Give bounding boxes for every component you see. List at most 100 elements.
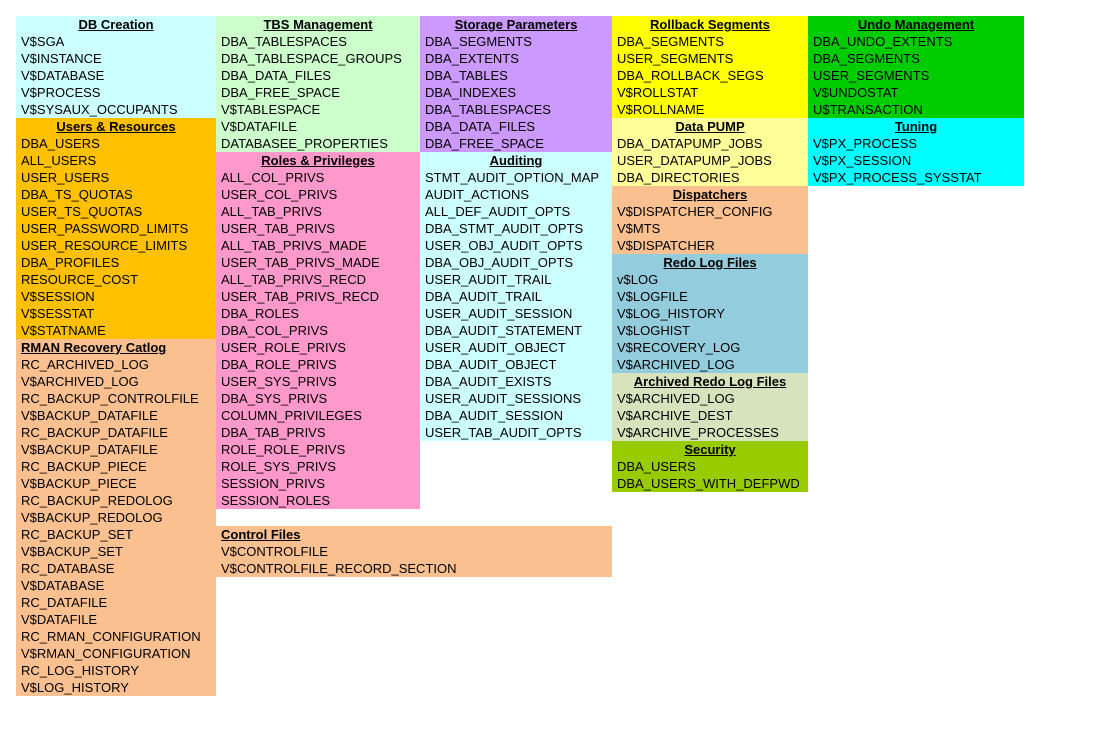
section-item: DBA_ROLLBACK_SEGS — [612, 67, 808, 84]
section-item: V$ROLLSTAT — [612, 84, 808, 101]
section-item: V$BACKUP_PIECE — [16, 475, 216, 492]
section-item: V$BACKUP_DATAFILE — [16, 407, 216, 424]
section-header-users-resources: Users & Resources — [16, 118, 216, 135]
section-item: V$BACKUP_DATAFILE — [16, 441, 216, 458]
section-item: USER_PASSWORD_LIMITS — [16, 220, 216, 237]
section-item: V$DATAFILE — [216, 118, 420, 135]
section-item: USER_AUDIT_SESSION — [420, 305, 612, 322]
section-item: DBA_USERS — [612, 458, 808, 475]
section-item: V$ROLLNAME — [612, 101, 808, 118]
section-item: USER_TAB_PRIVS_RECD — [216, 288, 420, 305]
section-item: V$RECOVERY_LOG — [612, 339, 808, 356]
section-item: V$LOG_HISTORY — [16, 679, 216, 696]
section-item: U$TRANSACTION — [808, 101, 1024, 118]
section-item: RC_RMAN_CONFIGURATION — [16, 628, 216, 645]
section-item: DBA_DATA_FILES — [420, 118, 612, 135]
section-item: V$DISPATCHER — [612, 237, 808, 254]
section-item: V$INSTANCE — [16, 50, 216, 67]
section-header-archived-redo-log-files: Archived Redo Log Files — [612, 373, 808, 390]
section-undo-management: Undo ManagementDBA_UNDO_EXTENTSDBA_SEGME… — [808, 16, 1024, 118]
section-item: DBA_EXTENTS — [420, 50, 612, 67]
section-item: V$PX_PROCESS_SYSSTAT — [808, 169, 1024, 186]
section-item: DBA_USERS_WITH_DEFPWD — [612, 475, 808, 492]
section-item: DBA_AUDIT_STATEMENT — [420, 322, 612, 339]
section-item: DBA_STMT_AUDIT_OPTS — [420, 220, 612, 237]
section-archived-redo-log-files: Archived Redo Log FilesV$ARCHIVED_LOG V$A… — [612, 373, 808, 441]
section-item: COLUMN_PRIVILEGES — [216, 407, 420, 424]
section-item: V$SGA — [16, 33, 216, 50]
section-item: V$LOGHIST — [612, 322, 808, 339]
section-item: V$MTS — [612, 220, 808, 237]
section-item: RC_BACKUP_DATAFILE — [16, 424, 216, 441]
section-item: ROLE_SYS_PRIVS — [216, 458, 420, 475]
section-item: DBA_SYS_PRIVS — [216, 390, 420, 407]
section-item: RC_DATABASE — [16, 560, 216, 577]
section-item: DBA_AUDIT_OBJECT — [420, 356, 612, 373]
section-db-creation: DB CreationV$SGAV$INSTANCEV$DATABASEV$PR… — [16, 16, 216, 118]
section-item: V$UNDOSTAT — [808, 84, 1024, 101]
section-item: DBA_SEGMENTS — [808, 50, 1024, 67]
section-item: V$BACKUP_REDOLOG — [16, 509, 216, 526]
section-item: DBA_AUDIT_SESSION — [420, 407, 612, 424]
section-item: V$DISPATCHER_CONFIG — [612, 203, 808, 220]
section-header-data-pump: Data PUMP — [612, 118, 808, 135]
section-item: DBA_ROLE_PRIVS — [216, 356, 420, 373]
section-item: RC_BACKUP_SET — [16, 526, 216, 543]
section-item: V$ARCHIVE_PROCESSES — [612, 424, 808, 441]
section-storage-parameters: Storage ParametersDBA_SEGMENTSDBA_EXTENT… — [420, 16, 612, 152]
section-item: DBA_FREE_SPACE — [216, 84, 420, 101]
section-header-roles-privileges: Roles & Privileges — [216, 152, 420, 169]
section-item: V$ARCHIVED_LOG — [16, 373, 216, 390]
section-item: USER_RESOURCE_LIMITS — [16, 237, 216, 254]
section-item: USER_TS_QUOTAS — [16, 203, 216, 220]
section-item: DBA_SEGMENTS — [612, 33, 808, 50]
section-item: DBA_ROLES — [216, 305, 420, 322]
section-item: ALL_DEF_AUDIT_OPTS — [420, 203, 612, 220]
section-header-undo-management: Undo Management — [808, 16, 1024, 33]
section-dispatchers: DispatchersV$DISPATCHER_CONFIGV$MTSV$DIS… — [612, 186, 808, 254]
section-item: V$DATAFILE — [16, 611, 216, 628]
section-item: USER_COL_PRIVS — [216, 186, 420, 203]
section-item: V$LOGFILE — [612, 288, 808, 305]
section-tuning: TuningV$PX_PROCESSV$PX_SESSIONV$PX_PROCE… — [808, 118, 1024, 186]
section-header-tbs-management: TBS Management — [216, 16, 420, 33]
section-item: DBA_TABLESPACES — [216, 33, 420, 50]
section-item: DBA_UNDO_EXTENTS — [808, 33, 1024, 50]
section-item: ALL_TAB_PRIVS_RECD — [216, 271, 420, 288]
section-item: DBA_INDEXES — [420, 84, 612, 101]
section-redo-log-files: Redo Log Filesv$LOGV$LOGFILEV$LOG_HISTOR… — [612, 254, 808, 373]
section-item: DBA_PROFILES — [16, 254, 216, 271]
section-item: v$LOG — [612, 271, 808, 288]
section-item: RC_ARCHIVED_LOG — [16, 356, 216, 373]
section-item: SESSION_PRIVS — [216, 475, 420, 492]
section-item: V$LOG_HISTORY — [612, 305, 808, 322]
section-item: DBA_COL_PRIVS — [216, 322, 420, 339]
section-item: DBA_TAB_PRIVS — [216, 424, 420, 441]
section-item: DBA_DIRECTORIES — [612, 169, 808, 186]
section-item: V$TABLESPACE — [216, 101, 420, 118]
section-item: DBA_TS_QUOTAS — [16, 186, 216, 203]
section-users-resources: Users & ResourcesDBA_USERSALL_USERSUSER_… — [16, 118, 216, 339]
section-item: V$ARCHIVED_LOG — [612, 390, 808, 407]
section-header-security: Security — [612, 441, 808, 458]
section-item: ALL_COL_PRIVS — [216, 169, 420, 186]
section-item: V$RMAN_CONFIGURATION — [16, 645, 216, 662]
section-item: DBA_AUDIT_EXISTS — [420, 373, 612, 390]
section-data-pump: Data PUMPDBA_DATAPUMP_JOBSUSER_DATAPUMP_… — [612, 118, 808, 186]
section-item: DBA_TABLESPACE_GROUPS — [216, 50, 420, 67]
section-item: DBA_TABLES — [420, 67, 612, 84]
section-header-tuning: Tuning — [808, 118, 1024, 135]
section-header-storage-parameters: Storage Parameters — [420, 16, 612, 33]
section-item: RC_BACKUP_PIECE — [16, 458, 216, 475]
section-item: V$CONTROLFILE_RECORD_SECTION — [216, 560, 612, 577]
section-item: V$PX_PROCESS — [808, 135, 1024, 152]
section-header-db-creation: DB Creation — [16, 16, 216, 33]
section-header-rollback-segments: Rollback Segments — [612, 16, 808, 33]
section-header-dispatchers: Dispatchers — [612, 186, 808, 203]
section-item: STMT_AUDIT_OPTION_MAP — [420, 169, 612, 186]
section-control-files: Control FilesV$CONTROLFILEV$CONTROLFILE_… — [216, 526, 612, 577]
section-item: USER_TAB_PRIVS_MADE — [216, 254, 420, 271]
section-item: V$SESSION — [16, 288, 216, 305]
section-item: DBA_AUDIT_TRAIL — [420, 288, 612, 305]
section-item: RC_BACKUP_CONTROLFILE — [16, 390, 216, 407]
